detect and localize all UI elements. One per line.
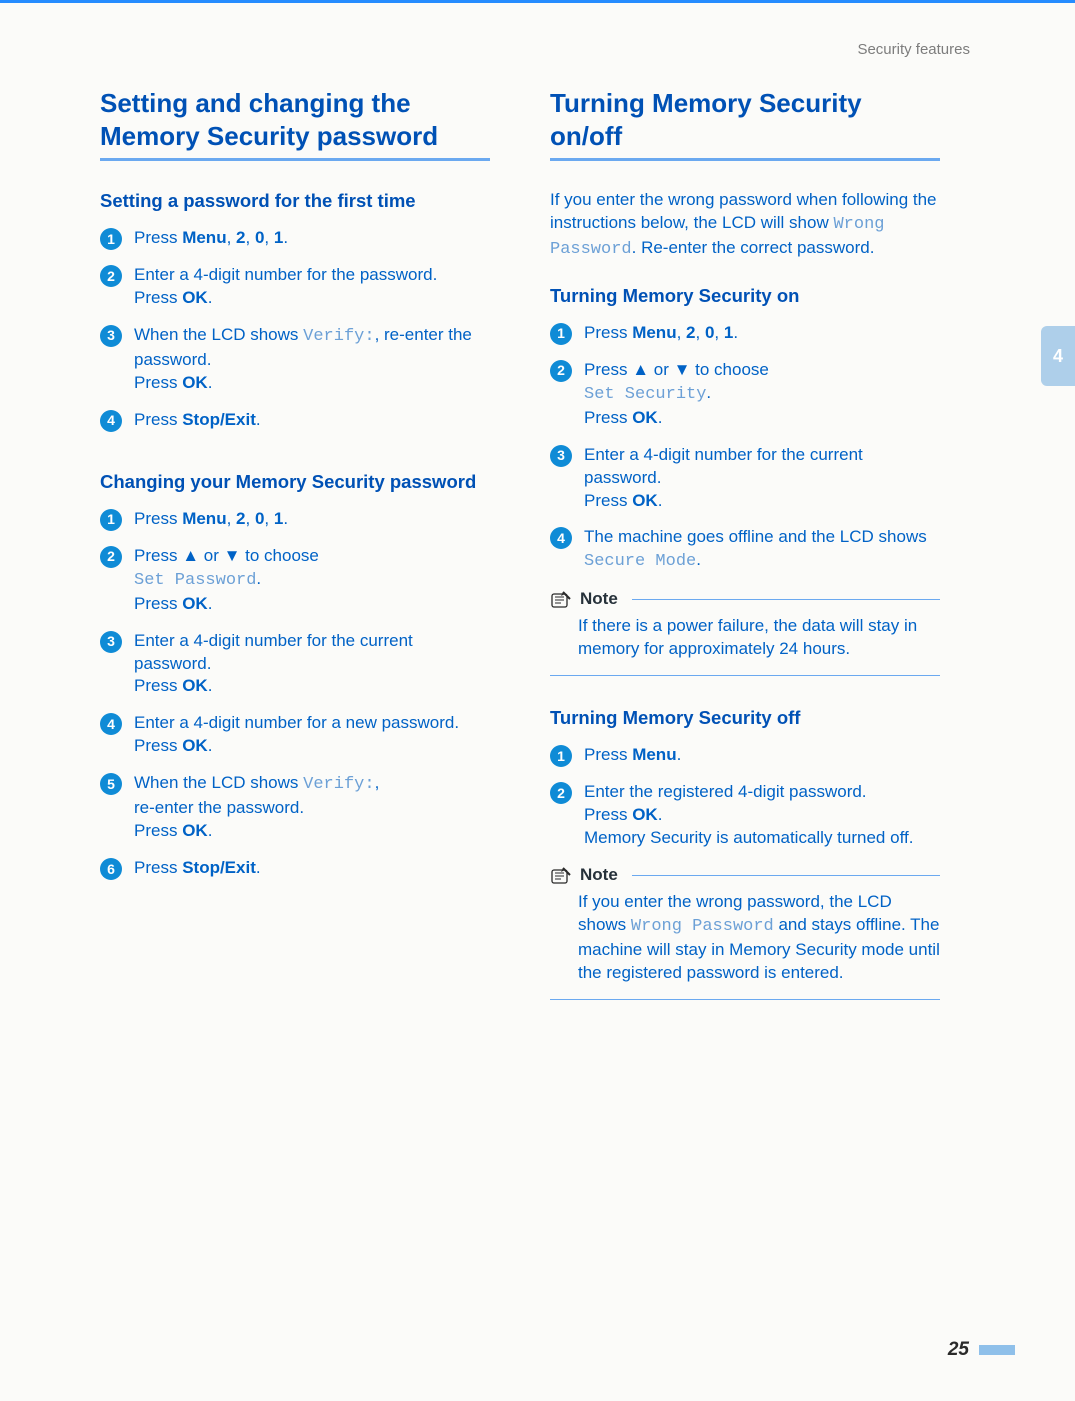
note-block: Note If there is a power failure, the da… <box>550 588 940 676</box>
step-number: 3 <box>100 325 122 347</box>
step-body: Press ▲ or ▼ to chooseSet Password.Press… <box>134 545 490 616</box>
step-body: Press Menu. <box>584 744 940 767</box>
step: 1 Press Menu, 2, 0, 1. <box>100 508 490 531</box>
section-title-right: Turning Memory Security on/off <box>550 87 940 152</box>
step: 1 Press Menu, 2, 0, 1. <box>100 227 490 250</box>
steps-set-first-time: 1 Press Menu, 2, 0, 1. 2 Enter a 4-digit nu… <box>100 227 490 432</box>
step-body: When the LCD shows Verify:,re-enter the … <box>134 772 490 843</box>
step-number: 4 <box>100 713 122 735</box>
step: 2 Enter a 4-digit number for the password… <box>100 264 490 310</box>
step: 4 Enter a 4-digit number for a new passwo… <box>100 712 490 758</box>
step-number: 5 <box>100 773 122 795</box>
step-body: Press Stop/Exit. <box>134 857 490 880</box>
step-number: 2 <box>100 546 122 568</box>
step-body: Enter a 4-digit number for the current p… <box>134 630 490 699</box>
step: 3 Enter a 4-digit number for the current … <box>100 630 490 699</box>
step-body: Press ▲ or ▼ to chooseSet Security.Press… <box>584 359 940 430</box>
subhead-turn-on: Turning Memory Security on <box>550 284 940 308</box>
subhead-set-first-time: Setting a password for the first time <box>100 189 490 213</box>
step: 2 Press ▲ or ▼ to chooseSet Password.Pres… <box>100 545 490 616</box>
subhead-turn-off: Turning Memory Security off <box>550 706 940 730</box>
subhead-change-password: Changing your Memory Security password <box>100 470 490 494</box>
step-body: When the LCD shows Verify:, re-enter the… <box>134 324 490 395</box>
note-icon <box>550 866 572 886</box>
step-number: 2 <box>100 265 122 287</box>
step: 1 Press Menu, 2, 0, 1. <box>550 322 940 345</box>
step: 1 Press Menu. <box>550 744 940 767</box>
step: 6 Press Stop/Exit. <box>100 857 490 880</box>
running-head: Security features <box>857 40 970 60</box>
left-column: Setting and changing the Memory Security… <box>100 87 490 1020</box>
step-number: 6 <box>100 858 122 880</box>
step: 5 When the LCD shows Verify:,re-enter the… <box>100 772 490 843</box>
note-rule <box>550 999 940 1000</box>
section-rule <box>100 158 490 161</box>
note-rule <box>632 599 940 600</box>
note-label: Note <box>580 588 618 611</box>
step: 3 When the LCD shows Verify:, re-enter th… <box>100 324 490 395</box>
steps-turn-on: 1 Press Menu, 2, 0, 1. 2 Press ▲ or ▼ to ch… <box>550 322 940 575</box>
note-body: If there is a power failure, the data wi… <box>550 615 940 671</box>
step-number: 4 <box>100 410 122 432</box>
step-number: 1 <box>100 509 122 531</box>
steps-turn-off: 1 Press Menu. 2 Enter the registered 4-digi… <box>550 744 940 850</box>
footer-bar <box>979 1345 1015 1355</box>
step-body: Enter the registered 4-digit password.Pr… <box>584 781 940 850</box>
page-number: 25 <box>948 1337 969 1363</box>
top-rule <box>0 0 1075 3</box>
steps-change-password: 1 Press Menu, 2, 0, 1. 2 Press ▲ or ▼ to ch… <box>100 508 490 880</box>
note-rule <box>550 675 940 676</box>
step-number: 3 <box>550 445 572 467</box>
step-number: 1 <box>100 228 122 250</box>
note-rule <box>632 875 940 876</box>
step: 4 Press Stop/Exit. <box>100 409 490 432</box>
step-body: Enter a 4-digit number for a new passwor… <box>134 712 490 758</box>
page-footer: 25 <box>948 1337 1015 1363</box>
step-number: 4 <box>550 527 572 549</box>
note-block: Note If you enter the wrong password, th… <box>550 864 940 1000</box>
note-body: If you enter the wrong password, the LCD… <box>550 891 940 995</box>
right-column: Turning Memory Security on/off If you en… <box>550 87 940 1020</box>
chapter-tab: 4 <box>1041 326 1075 386</box>
step-number: 1 <box>550 745 572 767</box>
step: 2 Enter the registered 4-digit password.P… <box>550 781 940 850</box>
step-number: 3 <box>100 631 122 653</box>
step-number: 1 <box>550 323 572 345</box>
step-body: Press Menu, 2, 0, 1. <box>134 227 490 250</box>
section-rule <box>550 158 940 161</box>
intro-paragraph: If you enter the wrong password when fol… <box>550 189 940 262</box>
step-body: Press Stop/Exit. <box>134 409 490 432</box>
step-body: The machine goes offline and the LCD sho… <box>584 526 940 574</box>
step-body: Press Menu, 2, 0, 1. <box>134 508 490 531</box>
step: 2 Press ▲ or ▼ to chooseSet Security.Pres… <box>550 359 940 430</box>
section-title-left: Setting and changing the Memory Security… <box>100 87 490 152</box>
step: 3 Enter a 4-digit number for the current … <box>550 444 940 513</box>
step-body: Enter a 4-digit number for the current p… <box>584 444 940 513</box>
page: Security features 4 Setting and changing… <box>0 0 1075 1401</box>
step-body: Press Menu, 2, 0, 1. <box>584 322 940 345</box>
step-number: 2 <box>550 782 572 804</box>
step-number: 2 <box>550 360 572 382</box>
step-body: Enter a 4-digit number for the password.… <box>134 264 490 310</box>
content-columns: Setting and changing the Memory Security… <box>100 87 975 1020</box>
note-icon <box>550 590 572 610</box>
step: 4 The machine goes offline and the LCD sh… <box>550 526 940 574</box>
note-label: Note <box>580 864 618 887</box>
